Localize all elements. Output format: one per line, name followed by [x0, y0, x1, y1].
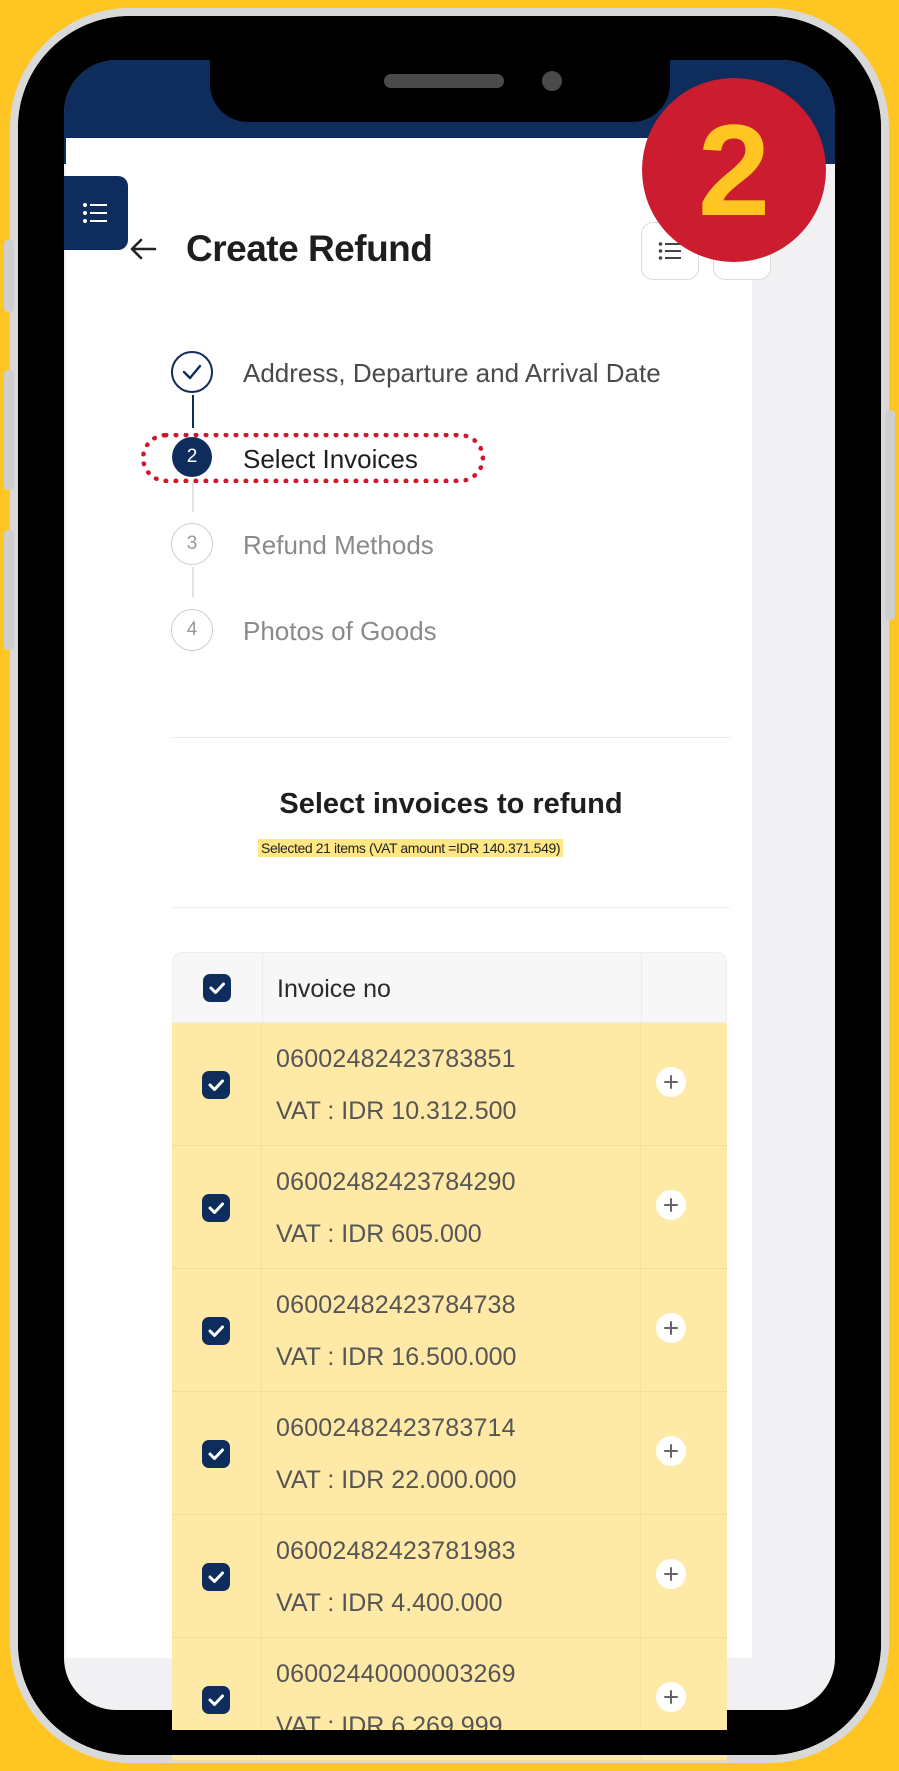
table-header: Invoice no: [172, 952, 727, 1023]
column-divider: [640, 1638, 641, 1760]
expand-row-button[interactable]: [656, 1682, 686, 1712]
checkmark-icon: [208, 1202, 224, 1214]
invoice-number: 06002482423781983: [276, 1537, 516, 1565]
table-row: 06002482423781983 VAT : IDR 4.400.000: [172, 1515, 727, 1638]
checkmark-icon: [208, 1694, 224, 1706]
vat-amount: VAT : IDR 22.000.000: [276, 1466, 517, 1494]
plus-icon: [664, 1075, 678, 1089]
front-camera: [542, 71, 562, 91]
invoice-no-header: Invoice no: [277, 975, 391, 1003]
list-menu-icon: [83, 203, 107, 223]
invoice-number: 06002440000003269: [276, 1660, 516, 1688]
column-divider: [262, 953, 263, 1022]
expand-row-button[interactable]: [656, 1559, 686, 1589]
column-divider: [640, 1392, 641, 1514]
step-1-label: Address, Departure and Arrival Date: [243, 358, 661, 388]
checkmark-icon: [209, 982, 225, 994]
table-body: 06002482423783851 VAT : IDR 10.312.500 0…: [172, 1023, 727, 1761]
checkmark-icon: [208, 1079, 224, 1091]
step-4-circle: 4: [171, 609, 213, 651]
highlight-annotation: [141, 433, 485, 483]
row-checkbox[interactable]: [202, 1317, 230, 1345]
vat-amount: VAT : IDR 605.000: [276, 1220, 482, 1248]
expand-row-button[interactable]: [656, 1436, 686, 1466]
table-row: 06002482423784738 VAT : IDR 16.500.000: [172, 1269, 727, 1392]
table-row: 06002482423783714 VAT : IDR 22.000.000: [172, 1392, 727, 1515]
table-row: 06002482423784290 VAT : IDR 605.000: [172, 1146, 727, 1269]
row-checkbox[interactable]: [202, 1071, 230, 1099]
page-title: Create Refund: [186, 228, 433, 269]
vat-amount: VAT : IDR 4.400.000: [276, 1589, 503, 1617]
column-divider: [261, 1269, 262, 1391]
row-checkbox[interactable]: [202, 1686, 230, 1714]
check-icon: [182, 364, 202, 380]
section-divider-bottom: [172, 907, 730, 908]
step-connector-1: [192, 395, 194, 428]
side-button-left-mid: [4, 370, 14, 490]
step-number-badge: 2: [642, 78, 826, 262]
row-checkbox[interactable]: [202, 1194, 230, 1222]
column-divider: [261, 1023, 262, 1145]
table-row: 06002482423783851 VAT : IDR 10.312.500: [172, 1023, 727, 1146]
column-divider: [261, 1515, 262, 1637]
plus-icon: [664, 1321, 678, 1335]
expand-row-button[interactable]: [656, 1067, 686, 1097]
invoice-number: 06002482423784290: [276, 1168, 516, 1196]
step-3-label: Refund Methods: [243, 530, 434, 560]
section-title: Select invoices to refund: [279, 788, 623, 820]
select-all-checkbox[interactable]: [203, 974, 231, 1002]
column-divider: [640, 1515, 641, 1637]
row-checkbox[interactable]: [202, 1440, 230, 1468]
checkmark-icon: [208, 1571, 224, 1583]
section-divider-top: [172, 737, 730, 738]
vat-amount: VAT : IDR 16.500.000: [276, 1343, 517, 1371]
checkmark-icon: [208, 1325, 224, 1337]
table-row: 06002440000003269 VAT : IDR 6.269.999: [172, 1638, 727, 1761]
plus-icon: [664, 1690, 678, 1704]
step-1-circle: [171, 351, 213, 393]
column-divider: [261, 1638, 262, 1760]
back-arrow-icon[interactable]: [128, 234, 158, 264]
step-connector-3: [192, 567, 194, 597]
column-divider: [261, 1146, 262, 1268]
invoice-number: 06002482423783851: [276, 1045, 516, 1073]
side-menu-toggle[interactable]: [62, 176, 128, 250]
step-connector-2: [192, 482, 194, 512]
side-button-left-bottom: [4, 530, 14, 650]
row-checkbox[interactable]: [202, 1563, 230, 1591]
column-divider: [640, 1146, 641, 1268]
step-3-circle: 3: [171, 523, 213, 565]
plus-icon: [664, 1198, 678, 1212]
column-divider: [640, 1269, 641, 1391]
vat-amount: VAT : IDR 6.269.999: [276, 1712, 503, 1740]
step-4-label: Photos of Goods: [243, 616, 437, 646]
side-button-left-top: [4, 240, 14, 312]
invoice-table: Invoice no 06002482423783851 VAT : IDR 1…: [172, 952, 727, 1761]
expand-row-button[interactable]: [656, 1313, 686, 1343]
invoice-number: 06002482423783714: [276, 1414, 516, 1442]
checkmark-icon: [208, 1448, 224, 1460]
invoice-number: 06002482423784738: [276, 1291, 516, 1319]
column-divider: [640, 1023, 641, 1145]
plus-icon: [664, 1444, 678, 1458]
column-divider: [261, 1392, 262, 1514]
speaker-grille: [384, 74, 504, 88]
selected-summary: Selected 21 items (VAT amount =IDR 140.3…: [258, 839, 564, 857]
vat-amount: VAT : IDR 10.312.500: [276, 1097, 517, 1125]
plus-icon: [664, 1567, 678, 1581]
expand-row-button[interactable]: [656, 1190, 686, 1220]
column-divider: [641, 953, 642, 1022]
side-button-right: [885, 410, 895, 620]
